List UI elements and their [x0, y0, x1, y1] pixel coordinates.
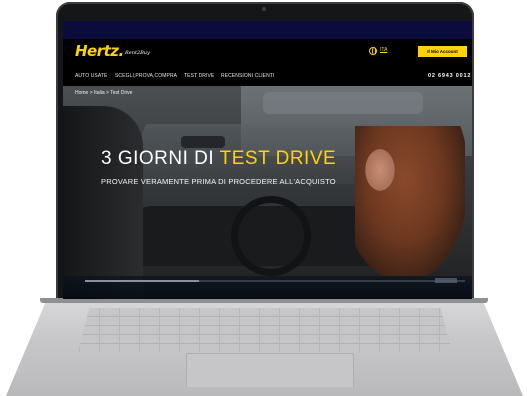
camera-icon: [262, 7, 266, 11]
hertz-logo[interactable]: Hertz.: [75, 42, 124, 60]
hero-banner: Home > Italia > Test Drive 3 GIORNI DI T…: [63, 86, 472, 299]
slider-progress-track[interactable]: [85, 280, 465, 282]
hero-image-seat: [63, 106, 143, 299]
rent2buy-logo: Rent2Buy: [125, 50, 150, 56]
hero-title-highlight: TEST DRIVE: [219, 148, 337, 169]
language-link[interactable]: ITA: [380, 47, 387, 53]
hero-title: 3 GIORNI DI TEST DRIVE: [101, 148, 336, 170]
slider-progress-fill: [85, 280, 199, 282]
my-account-button[interactable]: Il Mio Account: [418, 46, 467, 57]
hero-image-steering-wheel: [231, 196, 311, 276]
laptop-screen: Hertz. Rent2Buy ITA Il Mio Account AUTO …: [63, 21, 472, 299]
phone-number[interactable]: 02 6943 0012: [428, 73, 471, 79]
globe-icon[interactable]: [369, 47, 377, 55]
hero-image-sunroof: [263, 92, 423, 114]
touchpad: [186, 353, 354, 387]
slider-control[interactable]: [435, 278, 457, 283]
nav-item-scegli-prova-compra[interactable]: SCEGLI,PROVA,COMPRA: [115, 73, 177, 79]
site-header: Hertz. Rent2Buy ITA Il Mio Account: [63, 39, 472, 64]
top-band: [63, 21, 472, 39]
hero-title-main: 3 GIORNI DI: [101, 148, 220, 169]
nav-item-auto-usate[interactable]: AUTO USATE: [75, 73, 108, 79]
breadcrumb[interactable]: Home > Italia > Test Drive: [75, 90, 132, 96]
keyboard: [78, 308, 452, 352]
nav-item-recensioni-clienti[interactable]: RECENSIONI CLIENTI: [221, 73, 274, 79]
hero-subtitle: PROVARE VERAMENTE PRIMA DI PROCEDERE ALL…: [101, 177, 336, 186]
main-nav: AUTO USATE SCEGLI,PROVA,COMPRA TEST DRIV…: [63, 64, 472, 86]
hero-image-mirror: [181, 136, 225, 148]
hero-image-driver-face: [363, 146, 397, 194]
nav-item-test-drive[interactable]: TEST DRIVE: [184, 73, 214, 79]
